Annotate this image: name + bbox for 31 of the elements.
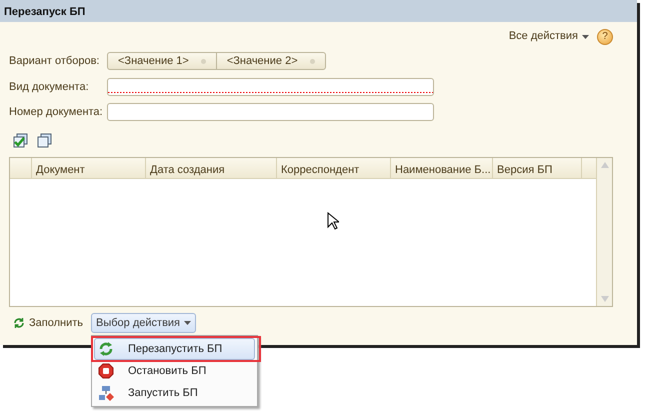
- field-label: Номер документа:: [9, 104, 104, 120]
- filter-option[interactable]: <Значение 2>: [216, 53, 325, 69]
- restart-icon: [98, 341, 114, 357]
- input-field[interactable]: [107, 103, 434, 121]
- window-title: Перезапуск БП: [0, 0, 637, 22]
- cursor-icon: [327, 212, 339, 230]
- input-field[interactable]: [107, 78, 434, 96]
- fill-button[interactable]: Заполнить: [13, 314, 84, 332]
- stop-icon: [98, 363, 114, 379]
- scroll-down-icon[interactable]: [600, 296, 608, 302]
- menu-item[interactable]: Запустить БП: [94, 382, 255, 404]
- scroll-up-icon[interactable]: [600, 162, 608, 168]
- menu-item[interactable]: Остановить БП: [94, 360, 255, 382]
- column-header: Дата создания: [146, 158, 277, 178]
- column-header: Документ: [32, 158, 146, 178]
- caret-icon: [582, 34, 589, 38]
- column-header: Версия БП: [493, 158, 582, 178]
- all-actions-menu[interactable]: Все действия: [508, 28, 589, 45]
- refresh-icon: [13, 317, 25, 329]
- check-all-icon[interactable]: [13, 133, 29, 149]
- filter-label: Вариант отборов:: [9, 54, 100, 69]
- action-select-button[interactable]: Выбор действия: [91, 313, 196, 333]
- field-label: Вид документа:: [9, 80, 90, 95]
- caret-icon: [184, 321, 192, 325]
- flow-start-icon: [98, 385, 114, 401]
- filter-option[interactable]: <Значение 1>: [108, 53, 216, 69]
- column-header: Наименование Б...: [391, 158, 493, 178]
- uncheck-all-icon[interactable]: [37, 133, 53, 149]
- scrollbar[interactable]: [596, 158, 612, 306]
- help-button[interactable]: ?: [597, 28, 613, 44]
- column-header: Корреспондент: [277, 158, 391, 178]
